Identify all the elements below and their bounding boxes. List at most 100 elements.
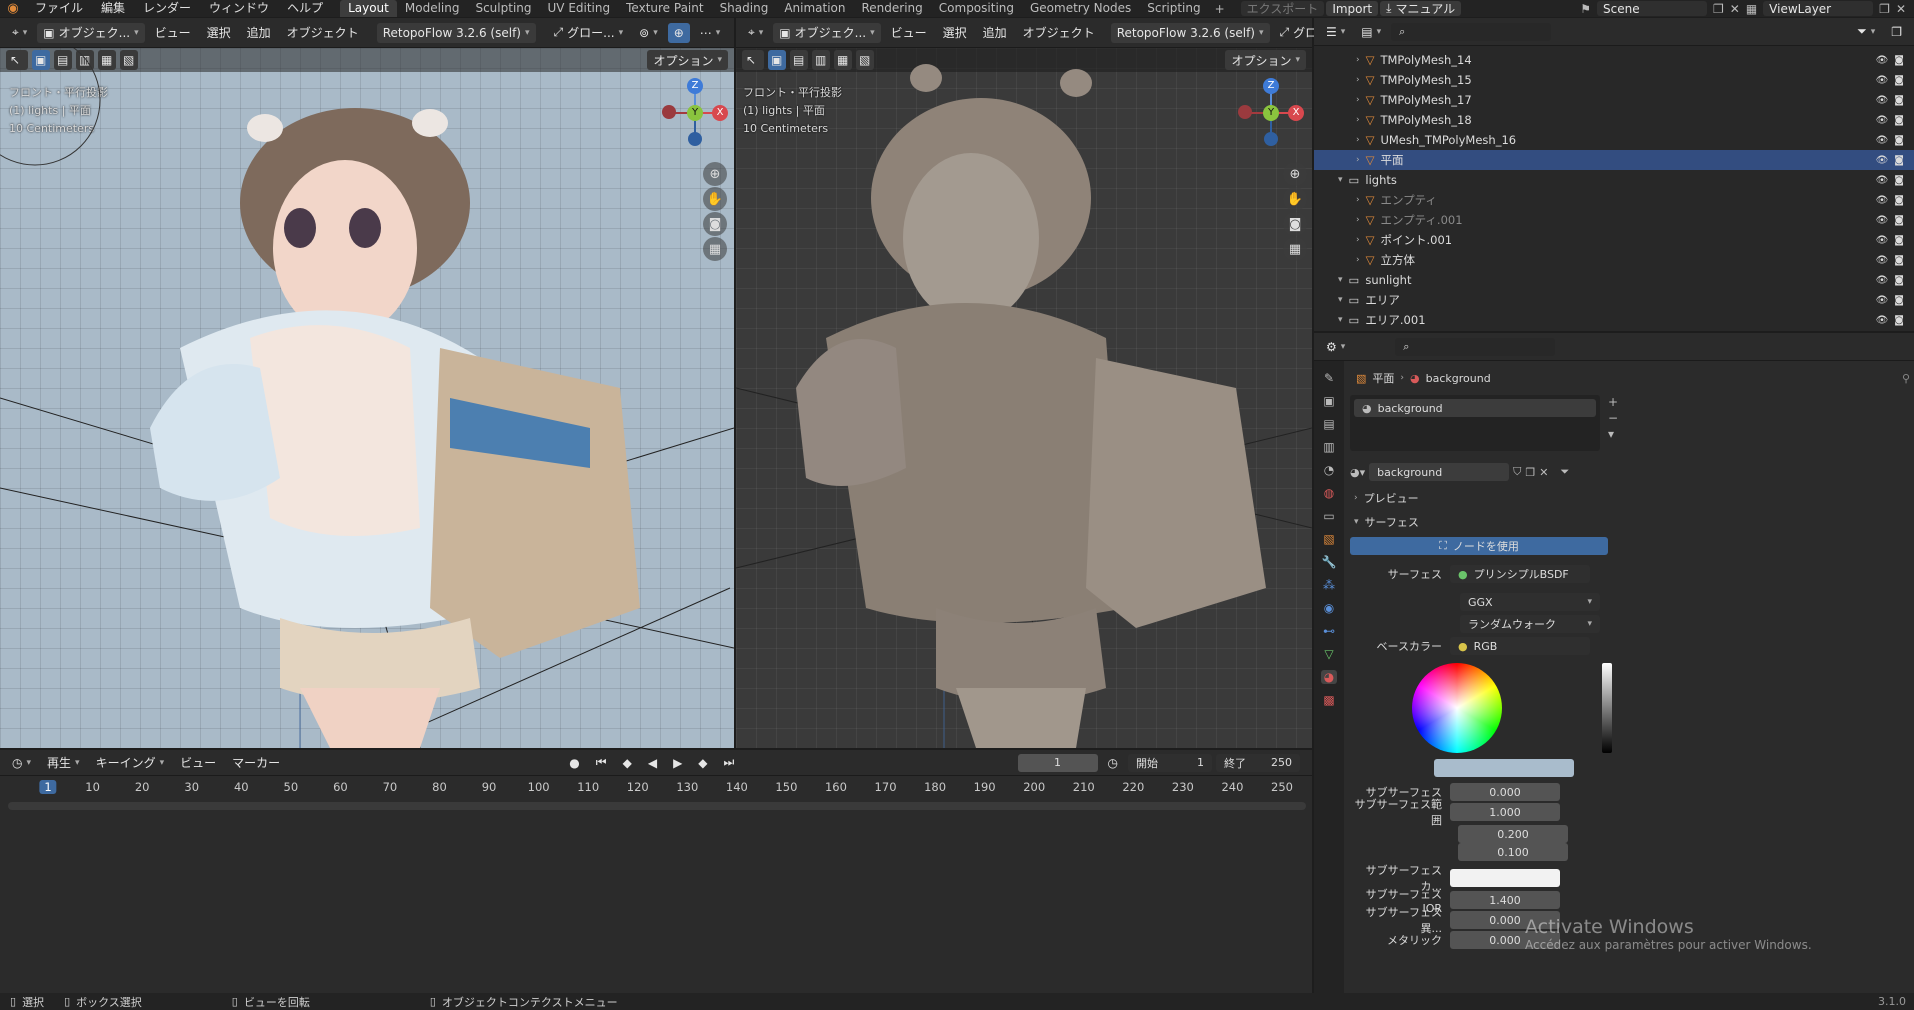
right-3d-viewport[interactable]: ↖ ▣ ▤ ▥ ▦ ▧ オプション ▾ フロント・平行投影 (1) lights … bbox=[736, 48, 1312, 748]
outliner-row[interactable]: › ▽ UMesh_TMPolyMesh_16 👁 ◙ bbox=[1314, 130, 1914, 150]
object-tab-icon[interactable]: ▧ bbox=[1323, 532, 1334, 546]
material-tab-icon[interactable]: ◕ bbox=[1320, 670, 1338, 684]
outliner-search-input[interactable]: ⌕ bbox=[1391, 22, 1552, 41]
render-camera-icon[interactable]: ◙ bbox=[1894, 175, 1904, 186]
workspace-tab-compositing[interactable]: Compositing bbox=[931, 0, 1022, 17]
snap-icon[interactable]: ⊕ bbox=[667, 22, 690, 43]
timeline-editor-icon[interactable]: ◷ ▾ bbox=[6, 753, 37, 773]
subsurface-radius-x[interactable]: 1.000 bbox=[1450, 803, 1560, 821]
import-button[interactable]: Import bbox=[1326, 1, 1379, 16]
fake-user-icon[interactable]: ⛉ bbox=[1513, 465, 1521, 479]
menu-2[interactable]: レンダー bbox=[134, 0, 200, 17]
workspace-tab-shading[interactable]: Shading bbox=[712, 0, 777, 17]
workspace-tab-animation[interactable]: Animation bbox=[776, 0, 853, 17]
duplicate-material-icon[interactable]: ❐ bbox=[1525, 466, 1535, 479]
editor-type-icon[interactable]: ⌖ ▾ bbox=[6, 23, 33, 43]
expand-chevron-icon[interactable]: › bbox=[1356, 55, 1360, 65]
jump-keyframe-forward-icon[interactable]: ◆ bbox=[692, 753, 713, 773]
timeline-scrollbar[interactable] bbox=[8, 802, 1306, 810]
render-camera-icon[interactable]: ◙ bbox=[1894, 195, 1904, 206]
menu-object[interactable]: オブジェクト bbox=[281, 23, 365, 43]
expand-chevron-icon[interactable]: › bbox=[1356, 215, 1360, 225]
material-browse-icon[interactable]: ◕▾ bbox=[1350, 466, 1365, 479]
copy-scene-icon[interactable]: ❐ bbox=[1713, 2, 1724, 16]
subsurface-method-select[interactable]: ランダムウォーク ▾ bbox=[1460, 615, 1600, 633]
camera-icon[interactable]: ◙ bbox=[1283, 212, 1307, 236]
remove-scene-icon[interactable]: ✕ bbox=[1730, 2, 1740, 16]
view-layer-tab-icon[interactable]: ▥ bbox=[1323, 440, 1334, 454]
menu-object[interactable]: オブジェクト bbox=[1017, 23, 1101, 43]
gizmo-neg-z-axis[interactable] bbox=[1264, 132, 1278, 146]
preview-range-icon[interactable]: ◷ bbox=[1102, 753, 1124, 773]
grid-ortho-icon[interactable]: ▦ bbox=[703, 237, 727, 261]
visibility-eye-icon[interactable]: 👁 bbox=[1876, 295, 1889, 306]
world-tab-icon[interactable]: ◍ bbox=[1324, 486, 1334, 500]
workspace-tab-geometry-nodes[interactable]: Geometry Nodes bbox=[1022, 0, 1139, 17]
pivot-icon[interactable]: ⊚▾ bbox=[633, 23, 664, 43]
grid-ortho-icon[interactable]: ▦ bbox=[1283, 237, 1307, 261]
menu-marker[interactable]: マーカー bbox=[226, 753, 286, 773]
zoom-icon[interactable]: ⊕ bbox=[703, 162, 727, 186]
texture-tab-icon[interactable]: ▩ bbox=[1323, 693, 1334, 707]
visibility-eye-icon[interactable]: 👁 bbox=[1876, 315, 1889, 326]
visibility-eye-icon[interactable]: 👁 bbox=[1876, 215, 1889, 226]
outliner-row[interactable]: › ▽ エンプティ.001 👁 ◙ bbox=[1314, 210, 1914, 230]
outliner-row[interactable]: ▾ ▭ エリア 👁 ◙ bbox=[1314, 290, 1914, 310]
value-slider[interactable] bbox=[1602, 663, 1612, 753]
outliner-row[interactable]: › ▽ TMPolyMesh_17 👁 ◙ bbox=[1314, 90, 1914, 110]
subsurface-color-swatch[interactable] bbox=[1450, 869, 1560, 887]
render-camera-icon[interactable]: ◙ bbox=[1894, 315, 1904, 326]
menu-keying[interactable]: キーイング ▾ bbox=[90, 753, 171, 773]
outliner-row[interactable]: › ▽ TMPolyMesh_15 👁 ◙ bbox=[1314, 70, 1914, 90]
menu-playback[interactable]: 再生 ▾ bbox=[41, 753, 86, 773]
unlink-material-icon[interactable]: ✕ bbox=[1539, 466, 1548, 479]
preview-section-header[interactable]: › プレビュー bbox=[1350, 487, 1610, 509]
subsurface-radius-z[interactable]: 0.100 bbox=[1458, 843, 1568, 861]
menu-view[interactable]: ビュー bbox=[174, 753, 222, 773]
workspace-tab-rendering[interactable]: Rendering bbox=[854, 0, 931, 17]
gizmo-z-axis[interactable]: Z bbox=[687, 78, 703, 94]
expand-chevron-icon[interactable]: › bbox=[1356, 155, 1360, 165]
expand-chevron-icon[interactable]: › bbox=[1356, 235, 1360, 245]
expand-chevron-icon[interactable]: › bbox=[1356, 115, 1360, 125]
visibility-eye-icon[interactable]: 👁 bbox=[1876, 195, 1889, 206]
properties-editor-icon[interactable]: ⚙ ▾ bbox=[1320, 337, 1351, 357]
pan-hand-icon[interactable]: ✋ bbox=[1283, 187, 1307, 211]
left-3d-viewport[interactable]: ↖ ▣ ▤ ▥ ▦ ▧ オプション ▾ フロント・平行投影 (1) lights … bbox=[0, 48, 734, 748]
distribution-select[interactable]: GGX ▾ bbox=[1460, 593, 1600, 611]
viewlayer-selector[interactable]: ViewLayer bbox=[1763, 1, 1874, 16]
outliner-editor-icon[interactable]: ☰ ▾ bbox=[1320, 22, 1351, 42]
gizmo-neg-x-axis[interactable] bbox=[1238, 105, 1252, 119]
viewlayer-icon[interactable]: ▦ bbox=[1746, 2, 1757, 16]
visibility-eye-icon[interactable]: 👁 bbox=[1876, 175, 1889, 186]
menu-select[interactable]: 選択 bbox=[937, 23, 973, 43]
expand-chevron-icon[interactable]: › bbox=[1356, 255, 1360, 265]
export-button[interactable]: エクスポート bbox=[1240, 1, 1325, 16]
render-camera-icon[interactable]: ◙ bbox=[1894, 75, 1904, 86]
gizmo-x-axis[interactable]: X bbox=[712, 105, 728, 121]
gizmo-x-axis[interactable]: X bbox=[1288, 105, 1304, 121]
data-tab-icon[interactable]: ▽ bbox=[1324, 647, 1333, 661]
surface-section-header[interactable]: ▾ サーフェス bbox=[1350, 511, 1610, 533]
render-camera-icon[interactable]: ◙ bbox=[1894, 295, 1904, 306]
remove-viewlayer-icon[interactable]: ✕ bbox=[1896, 2, 1906, 16]
menu-view[interactable]: ビュー bbox=[149, 23, 197, 43]
workspace-tab-texture-paint[interactable]: Texture Paint bbox=[618, 0, 711, 17]
zoom-icon[interactable]: ⊕ bbox=[1283, 162, 1307, 186]
subsurface-ior-field[interactable]: 1.400 bbox=[1450, 891, 1560, 909]
material-slot-list[interactable]: ◕ background bbox=[1350, 395, 1600, 451]
gizmo-neg-x-axis[interactable] bbox=[662, 105, 676, 119]
menu-add[interactable]: 追加 bbox=[977, 23, 1013, 43]
right-navigation-gizmo[interactable]: Z X Y bbox=[1236, 78, 1306, 148]
slot-menu-icon[interactable]: ▾ bbox=[1608, 427, 1618, 441]
menu-4[interactable]: ヘルプ bbox=[278, 0, 332, 17]
visibility-eye-icon[interactable]: 👁 bbox=[1876, 235, 1889, 246]
menu-3[interactable]: ウィンドウ bbox=[200, 0, 278, 17]
add-slot-icon[interactable]: + bbox=[1608, 395, 1618, 409]
blender-logo-icon[interactable]: ◉ bbox=[0, 1, 26, 16]
render-camera-icon[interactable]: ◙ bbox=[1894, 275, 1904, 286]
outliner-row[interactable]: › ▽ 平面 👁 ◙ bbox=[1314, 150, 1914, 170]
manual-button[interactable]: ⤓ マニュアル bbox=[1380, 1, 1462, 16]
end-frame-field[interactable]: 終了 250 bbox=[1215, 753, 1300, 772]
visibility-eye-icon[interactable]: 👁 bbox=[1876, 95, 1889, 106]
